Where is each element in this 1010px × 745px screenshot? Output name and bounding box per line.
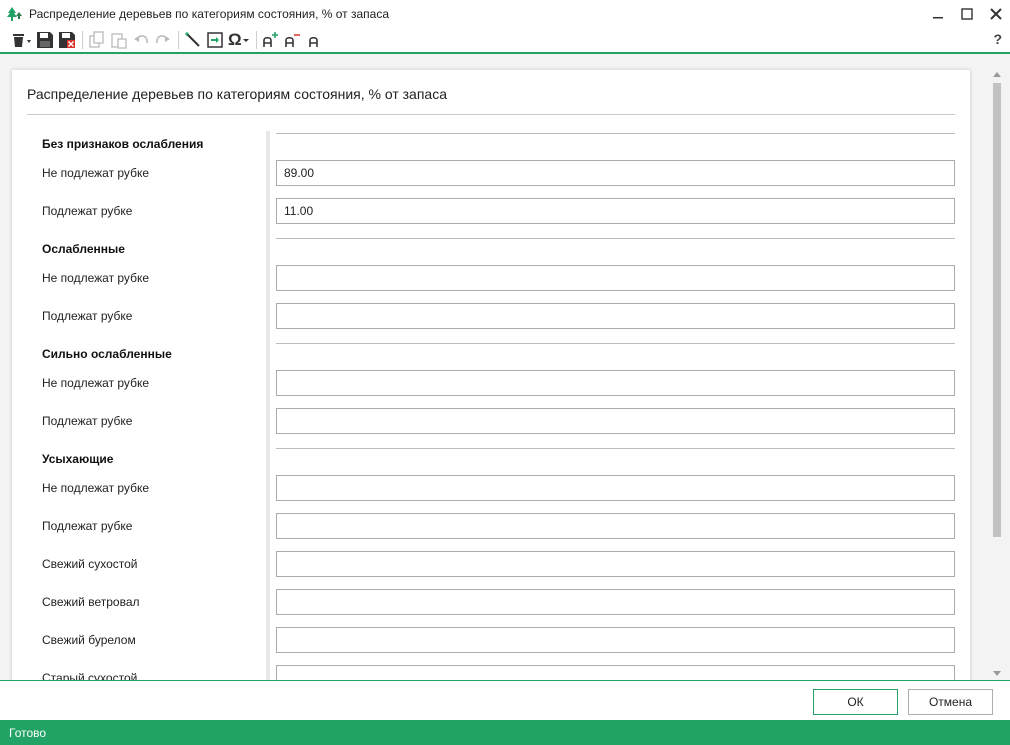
cancel-button[interactable]: Отмена: [908, 689, 993, 715]
paste-icon: [111, 33, 127, 49]
section-line: [276, 343, 955, 344]
row-label: Не подлежат рубке: [42, 166, 149, 180]
value-field[interactable]: [276, 475, 955, 501]
form-card: Распределение деревьев по категориям сос…: [12, 70, 970, 680]
row-label: Свежий сухостой: [42, 557, 138, 571]
save-icon: [37, 32, 53, 48]
title-bar: Распределение деревьев по категориям сос…: [0, 0, 1010, 28]
value-field[interactable]: [276, 589, 955, 615]
row-label: Не подлежат рубке: [42, 376, 149, 390]
copy-icon: [89, 31, 104, 48]
section-title: Сильно ослабленные: [42, 347, 172, 361]
help-button[interactable]: ?: [993, 31, 1002, 47]
redo-icon: [156, 35, 170, 44]
minimize-button[interactable]: [923, 0, 952, 28]
status-bar: Готово: [0, 720, 1010, 745]
toolbar-separator: [255, 31, 257, 49]
scroll-up-icon[interactable]: [992, 70, 1002, 80]
dropdown-icon: [242, 39, 249, 42]
form-header: Распределение деревьев по категориям сос…: [27, 86, 447, 102]
row-label: Свежий бурелом: [42, 633, 136, 647]
row-label: Старый сухостой: [42, 671, 138, 680]
value-field[interactable]: [276, 627, 955, 653]
vertical-scrollbar[interactable]: [991, 70, 1003, 678]
scroll-thumb[interactable]: [993, 83, 1001, 537]
dialog-button-bar: ОК Отмена: [0, 680, 1010, 720]
row-label: Не подлежат рубке: [42, 481, 149, 495]
value-field[interactable]: [276, 198, 955, 224]
section-title: Без признаков ослабления: [42, 137, 204, 151]
save-close-button[interactable]: [58, 29, 76, 51]
toolbar-separator: [178, 31, 179, 49]
dropdown-icon: [27, 40, 31, 43]
forest-app-icon: [7, 7, 22, 21]
row-label: Не подлежат рубке: [42, 271, 149, 285]
content-area: Распределение деревьев по категориям сос…: [0, 54, 1010, 680]
row-label: Подлежат рубке: [42, 204, 133, 218]
font-default-button[interactable]: [306, 29, 324, 51]
copy-button[interactable]: [88, 29, 106, 51]
font-increase-icon: [262, 32, 278, 47]
row-label: Подлежат рубке: [42, 309, 133, 323]
window-title: Распределение деревьев по категориям сос…: [29, 7, 389, 21]
undo-button[interactable]: [132, 29, 150, 51]
value-field[interactable]: [276, 160, 955, 186]
symbol-button[interactable]: Ω: [228, 29, 250, 51]
row-label: Свежий ветровал: [42, 595, 140, 609]
value-field[interactable]: [276, 551, 955, 577]
section-title: Усыхающие: [42, 452, 114, 466]
delete-button[interactable]: [10, 29, 32, 51]
font-decrease-icon: [284, 34, 300, 47]
ok-button[interactable]: ОК: [813, 689, 898, 715]
window-controls: [923, 0, 1010, 28]
row-label: Подлежат рубке: [42, 519, 133, 533]
value-field[interactable]: [276, 265, 955, 291]
maximize-icon: [960, 8, 973, 20]
font-decrease-button[interactable]: [284, 29, 302, 51]
save-button[interactable]: [36, 29, 54, 51]
import-button[interactable]: [206, 29, 224, 51]
close-icon: [989, 8, 1002, 20]
wand-button[interactable]: [184, 29, 202, 51]
section-line: [276, 448, 955, 449]
toolbar-separator: [82, 31, 83, 49]
delete-icon: [13, 34, 31, 47]
close-button[interactable]: [981, 0, 1010, 28]
value-field[interactable]: [276, 513, 955, 539]
value-field[interactable]: [276, 303, 955, 329]
section-line: [276, 133, 955, 134]
section-line: [276, 238, 955, 239]
maximize-button[interactable]: [952, 0, 981, 28]
section-title: Ослабленные: [42, 242, 125, 256]
status-text: Готово: [9, 725, 47, 740]
scroll-down-icon[interactable]: [992, 668, 1002, 678]
redo-button[interactable]: [154, 29, 172, 51]
header-divider: [27, 114, 955, 115]
import-icon: [207, 32, 223, 48]
wand-icon: [185, 32, 200, 47]
save-close-icon: [59, 32, 75, 48]
font-default-icon: [308, 36, 318, 47]
value-field[interactable]: [276, 408, 955, 434]
symbol-omega-icon: Ω: [228, 30, 242, 49]
row-label: Подлежат рубке: [42, 414, 133, 428]
font-increase-button[interactable]: [262, 29, 280, 51]
toolbar: Ω: [0, 28, 1010, 52]
paste-button[interactable]: [110, 29, 128, 51]
minimize-icon: [932, 17, 943, 19]
undo-icon: [134, 35, 148, 44]
column-splitter[interactable]: [266, 131, 270, 680]
value-field[interactable]: [276, 370, 955, 396]
value-field[interactable]: [276, 665, 955, 680]
